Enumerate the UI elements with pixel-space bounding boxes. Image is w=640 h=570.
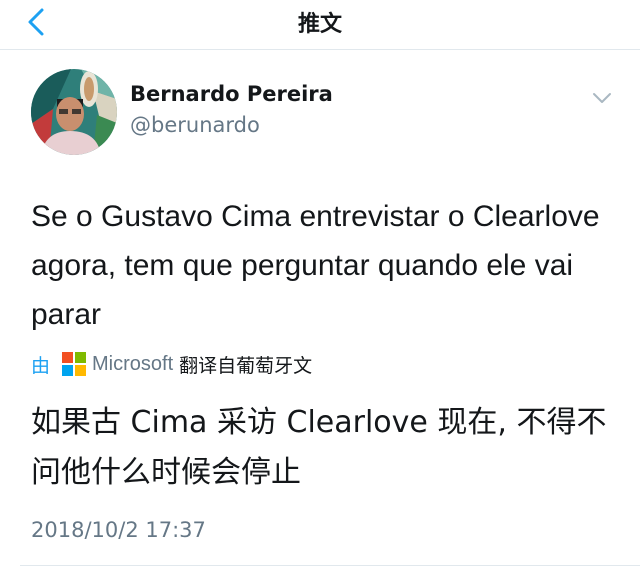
tweet-menu-button[interactable] xyxy=(590,88,614,108)
divider xyxy=(20,565,640,566)
chevron-down-icon xyxy=(593,93,611,103)
translation-prefix: 由 xyxy=(31,354,51,377)
author-display-name[interactable]: Bernardo Pereira xyxy=(130,82,333,106)
translation-attribution: 由 Microsoft 翻译自葡萄牙文 xyxy=(31,350,312,378)
tweet-timestamp: 2018/10/2 17:37 xyxy=(31,518,206,542)
translation-source-language: 翻译自葡萄牙文 xyxy=(179,354,313,377)
navigation-header: 推文 xyxy=(0,0,640,50)
translated-tweet-text: 如果古 Cima 采访 Clearlove 现在, 不得不问他什么时候会停止 xyxy=(31,405,607,490)
page-title: 推文 xyxy=(297,12,342,37)
profile-photo xyxy=(31,69,117,155)
microsoft-logo-icon xyxy=(62,352,87,376)
translation-provider: Microsoft xyxy=(92,352,174,375)
author-handle[interactable]: @berunardo xyxy=(130,113,260,137)
avatar[interactable] xyxy=(31,69,117,155)
tweet-text: Se o Gustavo Cima entrevistar o Clearlov… xyxy=(31,200,600,331)
